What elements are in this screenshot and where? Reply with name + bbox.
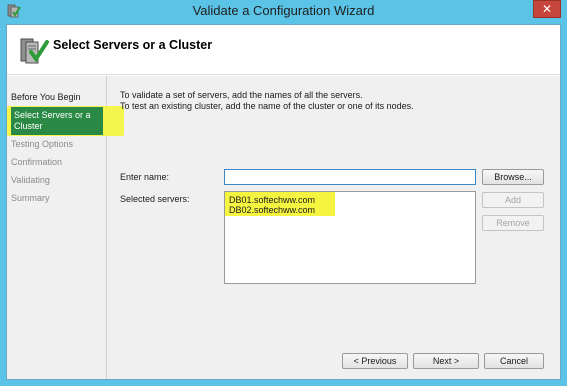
nav-step-confirmation: Confirmation xyxy=(11,157,63,167)
add-button[interactable]: Add xyxy=(482,192,544,208)
instructions-line-2: To test an existing cluster, add the nam… xyxy=(120,101,414,111)
instructions-text: To validate a set of servers, add the na… xyxy=(120,90,550,112)
wizard-body: Before You Begin Select Servers or a Clu… xyxy=(7,76,560,379)
browse-button[interactable]: Browse... xyxy=(482,169,544,185)
enter-name-input[interactable] xyxy=(224,169,476,185)
nav-step-testing-options: Testing Options xyxy=(11,139,74,149)
page-title: Select Servers or a Cluster xyxy=(53,38,213,52)
remove-button[interactable]: Remove xyxy=(482,215,544,231)
wizard-client-area: Select Servers or a Cluster Before You B… xyxy=(6,24,561,380)
enter-name-label: Enter name: xyxy=(120,172,170,182)
window-title: Validate a Configuration Wizard xyxy=(192,3,375,18)
nav-step-before-you-begin[interactable]: Before You Begin xyxy=(11,92,103,103)
selected-servers-list[interactable]: DB01.softechww.com DB02.softechww.com xyxy=(224,191,476,284)
next-button[interactable]: Next > xyxy=(413,353,479,369)
wizard-window: Validate a Configuration Wizard ✕ Select… xyxy=(0,0,567,386)
list-item[interactable]: DB01.softechww.com xyxy=(229,195,315,205)
selected-servers-label: Selected servers: xyxy=(120,194,190,204)
close-button[interactable]: ✕ xyxy=(533,0,561,18)
instructions-line-1: To validate a set of servers, add the na… xyxy=(120,90,363,100)
list-item[interactable]: DB02.softechww.com xyxy=(229,205,315,215)
nav-step-validating: Validating xyxy=(11,175,50,185)
wizard-content: To validate a set of servers, add the na… xyxy=(108,76,560,379)
title-bar[interactable]: Validate a Configuration Wizard ✕ xyxy=(0,0,567,22)
previous-button[interactable]: < Previous xyxy=(342,353,408,369)
page-header: Select Servers or a Cluster xyxy=(7,25,560,75)
server-validate-icon xyxy=(17,33,51,67)
nav-step-summary: Summary xyxy=(11,193,50,203)
wizard-steps-nav: Before You Begin Select Servers or a Clu… xyxy=(7,76,124,379)
cancel-button[interactable]: Cancel xyxy=(484,353,544,369)
nav-step-select-servers[interactable]: Select Servers or a Cluster xyxy=(11,107,103,135)
